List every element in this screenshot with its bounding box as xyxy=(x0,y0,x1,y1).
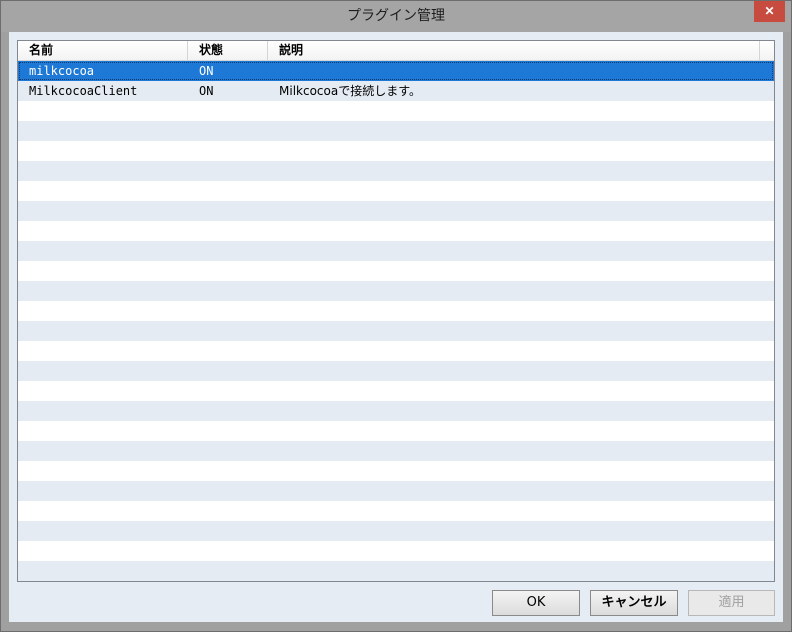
table-body: milkcocoa ON MilkcocoaClient ON Milkcoco… xyxy=(18,61,774,581)
column-header-description[interactable]: 説明 xyxy=(268,41,760,60)
close-icon: ✕ xyxy=(764,4,775,18)
plugin-status: ON xyxy=(199,64,214,78)
ok-button[interactable]: OK xyxy=(492,590,580,616)
column-header-name[interactable]: 名前 xyxy=(18,41,188,60)
plugin-status: ON xyxy=(199,84,214,98)
table-row[interactable]: milkcocoa ON xyxy=(18,61,774,81)
table-row[interactable]: MilkcocoaClient ON Milkcocoaで接続します。 xyxy=(18,81,774,101)
column-header-status[interactable]: 状態 xyxy=(188,41,268,60)
apply-button[interactable]: 適用 xyxy=(688,590,775,616)
plugin-name: milkcocoa xyxy=(29,64,95,78)
close-button[interactable]: ✕ xyxy=(754,1,785,22)
column-header-filler xyxy=(760,41,774,60)
table-header: 名前 状態 説明 xyxy=(18,41,774,61)
plugin-name: MilkcocoaClient xyxy=(29,84,138,98)
plugin-manager-dialog: プラグイン管理 ✕ 名前 状態 説明 milkcocoa ON Milkcoco… xyxy=(0,0,792,632)
plugin-table: 名前 状態 説明 milkcocoa ON MilkcocoaClient ON… xyxy=(17,40,775,582)
plugin-description: Milkcocoaで接続します。 xyxy=(279,84,422,98)
title-bar[interactable]: プラグイン管理 ✕ xyxy=(1,1,791,32)
dialog-content: 名前 状態 説明 milkcocoa ON MilkcocoaClient ON… xyxy=(9,32,783,622)
plugin-description xyxy=(279,61,759,81)
cancel-button[interactable]: キャンセル xyxy=(590,590,678,616)
window-title: プラグイン管理 xyxy=(347,8,445,24)
